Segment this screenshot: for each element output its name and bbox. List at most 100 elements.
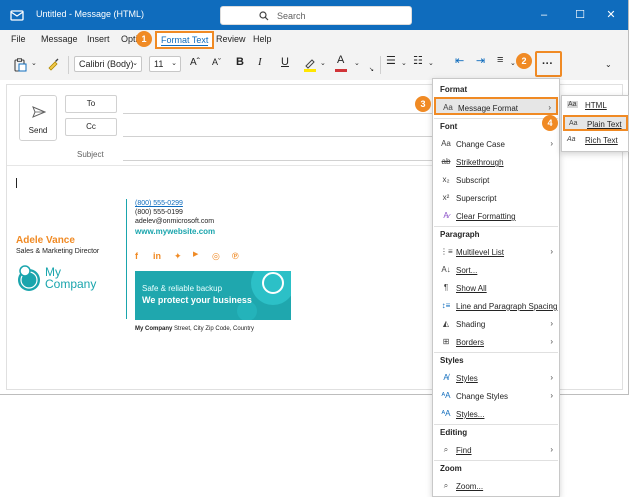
signature-website[interactable]: www.mywebsite.com — [135, 227, 215, 236]
search-box[interactable]: Search — [220, 6, 412, 25]
font-dialog-launcher-icon[interactable]: ↘ — [369, 66, 374, 73]
bold-icon[interactable]: B — [236, 56, 244, 68]
rich-text-format-icon: Aa — [567, 136, 576, 143]
menu-message[interactable]: Message — [41, 34, 78, 44]
menu-section-zoom: Zoom — [440, 464, 462, 473]
menu-item-change-styles[interactable]: ᴬA Change Styles › — [434, 387, 558, 405]
menu-file[interactable]: File — [11, 34, 26, 44]
ribbon-separator — [68, 56, 69, 74]
menu-format-text[interactable]: Format Text — [155, 31, 215, 49]
menu-item-message-format[interactable]: Aa Message Format › — [434, 97, 558, 115]
bullets-icon[interactable]: ☰ — [386, 54, 396, 67]
pilcrow-icon: ¶ — [443, 283, 449, 292]
more-commands-menu: Format Aa Message Format › Font Aa Chang… — [432, 78, 560, 497]
facebook-icon[interactable]: f — [135, 251, 138, 261]
paste-dropdown-chevron-icon[interactable]: ⌄ — [31, 59, 37, 67]
menu-item-strikethrough-label: Strikethrough — [456, 158, 504, 167]
pinterest-icon[interactable]: ℗ — [232, 251, 239, 261]
menu-item-line-spacing[interactable]: ↕≡ Line and Paragraph Spacing › — [434, 297, 558, 315]
decrease-indent-icon[interactable]: ⇤ — [455, 54, 464, 67]
font-color-swatch — [335, 69, 347, 72]
menu-review[interactable]: Review — [216, 34, 246, 44]
format-option-plain-text[interactable]: Aa Plain Text — [563, 115, 628, 131]
menu-item-styles[interactable]: A̸ Styles › — [434, 369, 558, 387]
font-name-dropdown[interactable]: Calibri (Body) ⌄ — [74, 56, 142, 72]
italic-icon[interactable]: I — [258, 56, 262, 68]
signature-address-company: My Company — [135, 326, 173, 332]
cc-field[interactable] — [123, 136, 433, 137]
superscript-icon: x² — [442, 193, 450, 202]
more-commands-button[interactable]: ··· — [535, 51, 562, 77]
format-option-rich-text[interactable]: Aa Rich Text — [563, 133, 628, 149]
send-button[interactable]: Send — [19, 95, 57, 141]
menu-item-superscript[interactable]: x² Superscript — [434, 189, 558, 207]
grow-font-icon[interactable]: Aˆ — [190, 57, 200, 68]
menu-item-find[interactable]: ⌕ Find › — [434, 441, 558, 459]
subscript-icon: x₂ — [442, 175, 450, 184]
menu-item-styles-pane[interactable]: ᴬA Styles... — [434, 405, 558, 423]
menu-item-strikethrough[interactable]: ab Strikethrough — [434, 153, 558, 171]
font-color-icon[interactable]: A — [337, 54, 344, 66]
menu-item-subscript-label: Subscript — [456, 176, 490, 185]
submenu-chevron-icon: › — [550, 391, 553, 400]
menu-item-zoom-label: Zoom... — [456, 482, 484, 491]
signature-address: My Company Street, City Zip Code, Countr… — [135, 326, 254, 332]
shrink-font-icon[interactable]: Aˇ — [212, 57, 221, 67]
signature-name: Adele Vance — [16, 235, 75, 246]
change-case-icon: Aa — [441, 139, 451, 148]
maximize-button[interactable]: ☐ — [573, 8, 587, 22]
highlight-chevron-icon[interactable]: ⌄ — [320, 59, 326, 67]
increase-indent-icon[interactable]: ⇥ — [476, 54, 485, 67]
menu-section-font: Font — [440, 122, 458, 131]
menu-item-shading[interactable]: ◭ Shading › — [434, 315, 558, 333]
youtube-icon[interactable]: ▶ — [193, 250, 198, 258]
format-painter-icon[interactable] — [46, 58, 60, 72]
signature-banner[interactable]: Safe & reliable backup We protect your b… — [135, 271, 291, 320]
plain-text-format-icon: Aa — [569, 120, 578, 127]
instagram-icon[interactable]: ◎ — [212, 251, 220, 262]
menu-item-message-format-label: Message Format — [458, 104, 519, 113]
menu-insert[interactable]: Insert — [87, 34, 110, 44]
html-format-icon: Aa — [567, 101, 578, 108]
to-field[interactable] — [123, 113, 433, 114]
signature-phone-1[interactable]: (800) 555-0299 — [135, 200, 183, 207]
multilevel-list-icon: ⋮≡ — [440, 247, 453, 256]
banner-line-2: We protect your business — [142, 295, 252, 305]
align-icon[interactable]: ≡ — [497, 54, 503, 66]
message-format-icon: Aa — [443, 103, 453, 112]
format-option-html[interactable]: Aa HTML — [563, 98, 628, 114]
paste-icon[interactable] — [13, 58, 27, 72]
menu-item-zoom[interactable]: ⌕ Zoom... — [434, 477, 558, 495]
numbering-chevron-icon[interactable]: ⌄ — [428, 59, 434, 67]
align-chevron-icon[interactable]: ⌄ — [510, 59, 516, 67]
callout-badge-2: 2 — [516, 53, 532, 69]
menu-item-line-spacing-label: Line and Paragraph Spacing — [456, 302, 558, 311]
subject-field[interactable] — [123, 160, 433, 161]
font-size-dropdown[interactable]: 11 ⌄ — [149, 56, 181, 72]
menu-item-sort[interactable]: A↓ Sort... — [434, 261, 558, 279]
menu-item-multilevel-list[interactable]: ⋮≡ Multilevel List › — [434, 243, 558, 261]
to-button[interactable]: To — [65, 95, 117, 113]
font-size-value: 11 — [154, 59, 164, 69]
font-color-chevron-icon[interactable]: ⌄ — [354, 59, 360, 67]
menu-item-shading-label: Shading — [456, 320, 486, 329]
ribbon-collapse-chevron-icon[interactable]: ⌄ — [605, 60, 612, 69]
highlight-icon[interactable] — [303, 57, 317, 72]
minimize-button[interactable]: – — [537, 8, 551, 22]
menu-divider — [434, 460, 558, 461]
close-button[interactable]: ✕ — [604, 8, 618, 22]
menu-item-clear-formatting[interactable]: A̷ Clear Formatting — [434, 207, 558, 225]
linkedin-icon[interactable]: in — [153, 251, 161, 261]
find-icon: ⌕ — [443, 445, 449, 454]
menu-item-show-all[interactable]: ¶ Show All — [434, 279, 558, 297]
menu-item-borders[interactable]: ⊞ Borders › — [434, 333, 558, 351]
menu-item-sort-label: Sort... — [456, 266, 478, 275]
twitter-icon[interactable]: ✦ — [174, 251, 182, 262]
underline-icon[interactable]: U — [281, 56, 289, 68]
cc-button[interactable]: Cc — [65, 118, 117, 136]
menu-item-change-case[interactable]: Aa Change Case › — [434, 135, 558, 153]
menu-help[interactable]: Help — [253, 34, 272, 44]
numbering-icon[interactable]: ☷ — [413, 54, 423, 67]
menu-item-subscript[interactable]: x₂ Subscript — [434, 171, 558, 189]
bullets-chevron-icon[interactable]: ⌄ — [401, 59, 407, 67]
